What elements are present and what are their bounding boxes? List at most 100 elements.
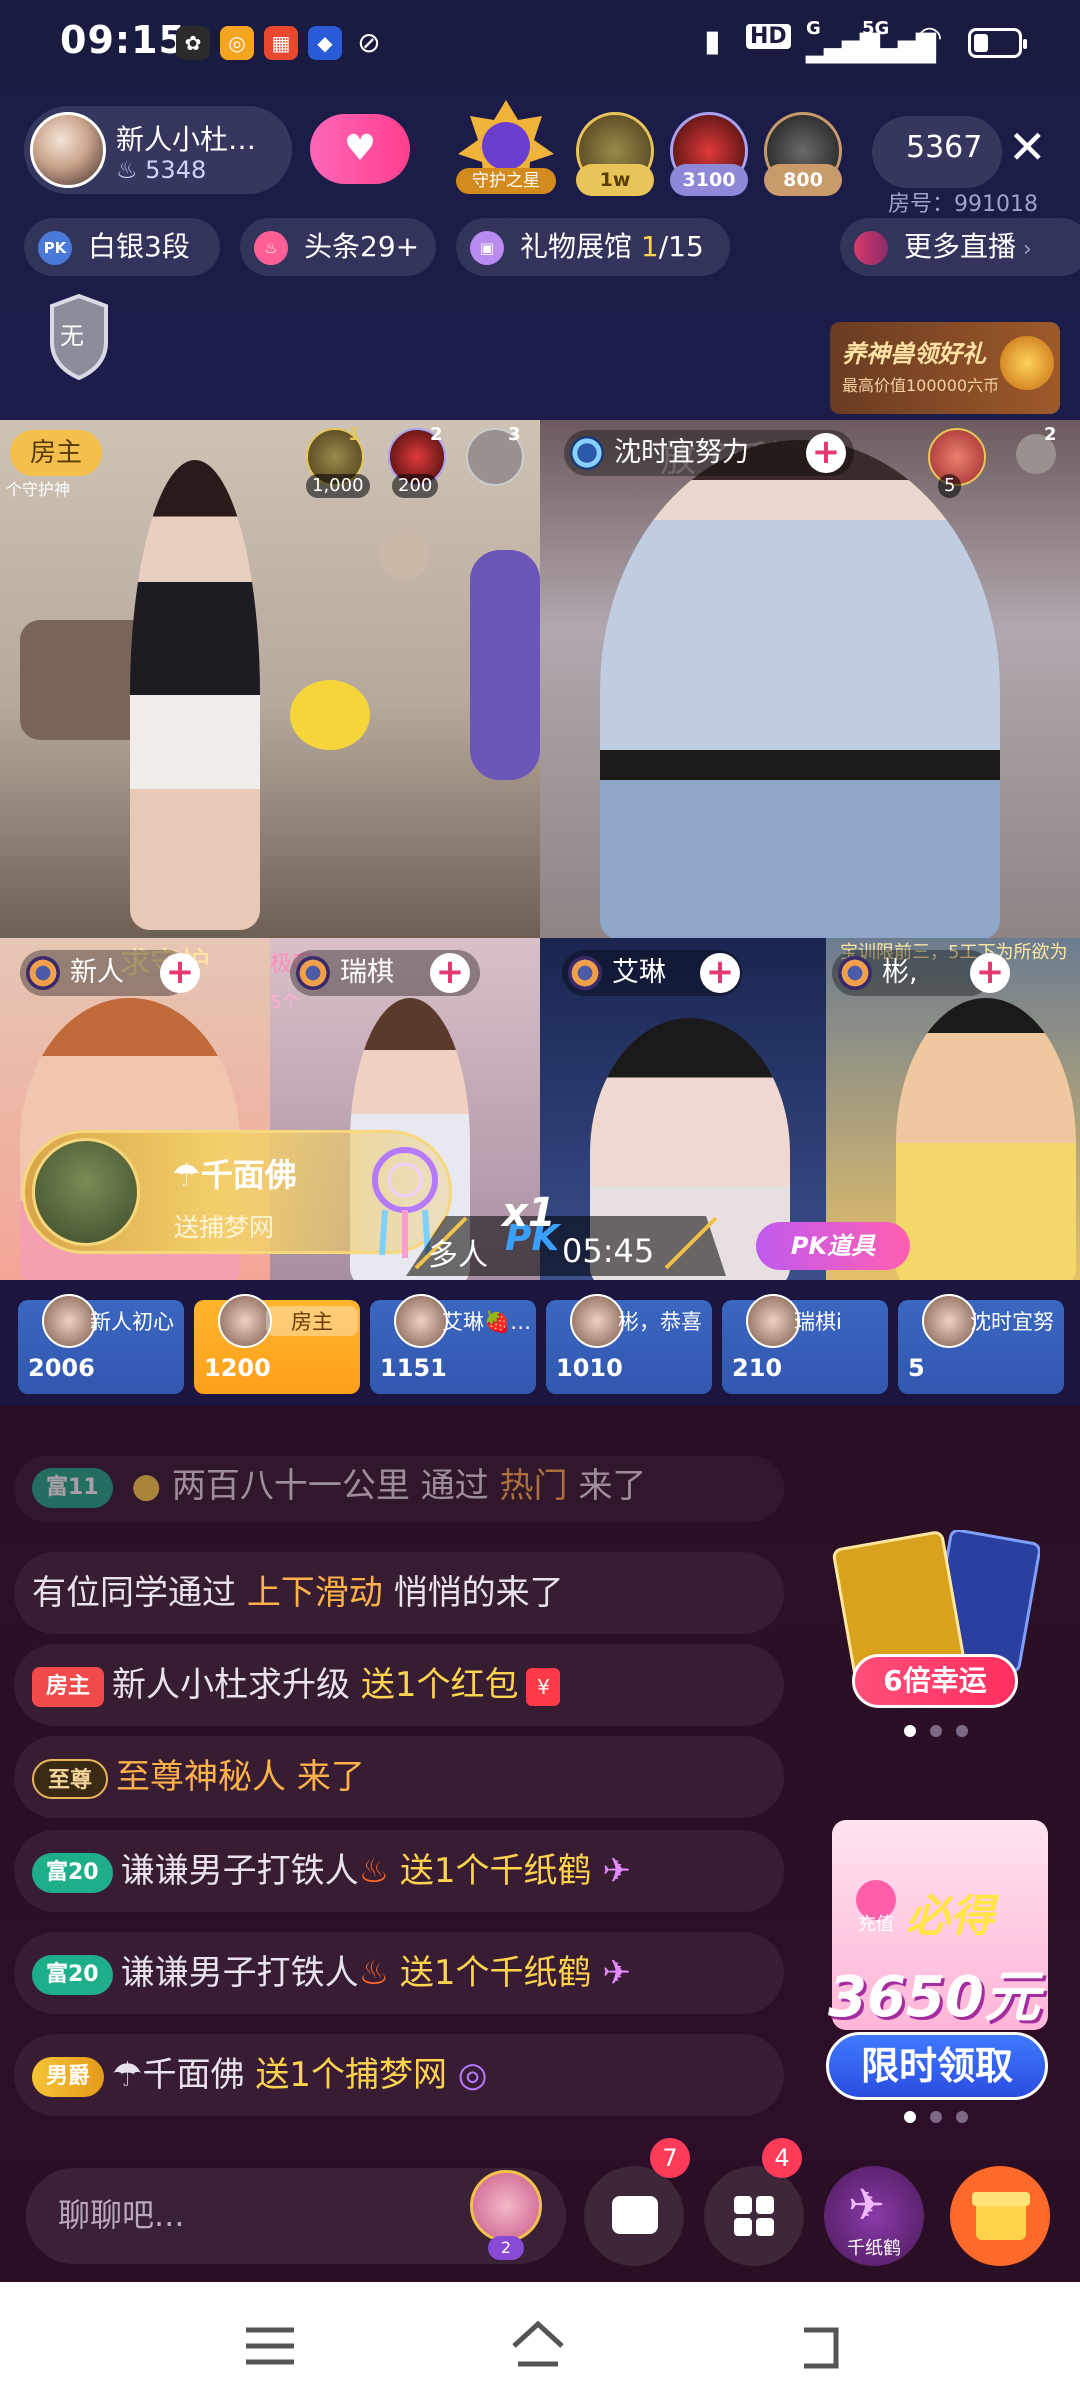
follow-plus-button-2[interactable]: + (806, 433, 846, 473)
gift-button[interactable] (950, 2166, 1050, 2266)
chat-bubble-icon (612, 2196, 658, 2234)
umbrella-icon: ☂ (172, 1156, 201, 1194)
score-card-value: 210 (732, 1354, 783, 1382)
throne-avatar-button[interactable]: 2 (466, 2166, 546, 2262)
host-name: 新人小杜… (116, 123, 257, 156)
lucky-multiplier-button[interactable]: 6倍幸运 (852, 1654, 1018, 1708)
follow-plus-button-3[interactable]: + (160, 953, 200, 993)
host-badge: 房主 (32, 1666, 105, 1707)
score-card-name: 艾琳🍓… (442, 1310, 532, 1334)
score-card-name: 新人初心 (90, 1310, 174, 1334)
host-guard-text: 个守护神 (6, 480, 71, 499)
avatar (746, 1294, 800, 1348)
gift-hall-chip[interactable]: ▣ 礼物展馆 1/15 (456, 218, 730, 276)
throne-badge: 2 (488, 2236, 524, 2260)
limited-time-claim-button[interactable]: 限时领取 (826, 2032, 1048, 2100)
menu-icon[interactable] (240, 2316, 300, 2376)
streamer-level-icon (26, 956, 60, 990)
follow-button[interactable]: ♥ (310, 114, 410, 184)
viewer-count: 5367 (906, 130, 983, 165)
avatar (42, 1294, 96, 1348)
pk-score-card[interactable]: 艾琳🍓… 1151 (370, 1294, 536, 1394)
pk-countdown: 05:45 (562, 1232, 655, 1270)
avatar (394, 1294, 448, 1348)
headline-chip[interactable]: ♨ 头条29+ (240, 218, 436, 276)
follow-plus-button-4[interactable]: + (430, 953, 470, 993)
pk-score-card[interactable]: 瑞棋i 210 (722, 1294, 888, 1394)
chat-message-6[interactable]: 富20 谦谦男子打铁人♨ 送1个千纸鹤 ✈ (14, 1932, 784, 2014)
pk-score-card[interactable]: 房主 1200 (194, 1294, 360, 1394)
tile-6-name: 彬, (882, 957, 918, 988)
top-gifter-score-3: 800 (764, 164, 842, 196)
paper-crane-icon: ✈ (591, 1953, 631, 1993)
back-icon[interactable] (790, 2316, 850, 2376)
more-live-chip[interactable]: 更多直播 › (840, 218, 1080, 276)
recharge-small-label: 充值 (858, 1914, 894, 1935)
paper-crane-icon: ✈ (591, 1851, 631, 1891)
pk-tool-button[interactable]: PK道具 (756, 1222, 910, 1270)
score-card-value: 1151 (380, 1354, 447, 1382)
message-button[interactable] (584, 2166, 684, 2266)
tile-4-name: 瑞棋 (340, 957, 394, 988)
tile-host-gift-count-1: 1,000 (306, 474, 370, 498)
chat-message-3[interactable]: 房主 新人小杜求升级 送1个红包 ¥ (14, 1644, 784, 1726)
chat-message-7[interactable]: 男爵 ☂千面佛 送1个捕梦网 ◎ (14, 2034, 784, 2116)
score-card-value: 1200 (204, 1354, 271, 1382)
host-avatar[interactable] (30, 112, 106, 188)
guest-streamer-2 (600, 440, 1000, 938)
gift-hall-current: 1 (640, 230, 659, 263)
chat-user: 新人小杜求升级 (112, 1665, 361, 1705)
chat-message-2[interactable]: 有位同学通过 上下滑动 悄悄的来了 (14, 1552, 784, 1634)
more-apps-button[interactable] (704, 2166, 804, 2266)
message-badge: 7 (650, 2138, 690, 2178)
tile-host-gift-count-2: 200 (392, 474, 439, 498)
tile-2-sofa-rank: 2 (1044, 424, 1057, 445)
pk-score-card[interactable]: 新人初心 2006 (18, 1294, 184, 1394)
hd-icon: HD (746, 24, 791, 49)
chat-message-4[interactable]: 至尊 至尊神秘人 来了 (14, 1736, 784, 1818)
score-card-name: 房主 (266, 1306, 358, 1336)
flame-icon: ♨ (116, 156, 146, 184)
vibrate-icon: ▮ (704, 24, 721, 59)
streamer-level-icon (838, 956, 872, 990)
score-card-value: 1010 (556, 1354, 623, 1382)
room-number: 房号：991018 (888, 192, 1038, 217)
score-card-value: 5 (908, 1354, 925, 1382)
live-bubble-icon (854, 231, 888, 265)
pk-rank-chip[interactable]: PK 白银3段 (24, 218, 220, 276)
paper-crane-icon: ✈ (848, 2180, 885, 2231)
quick-gift-label: 千纸鹤 (847, 2238, 901, 2259)
chat-message-1[interactable]: 富11 ● 两百八十一公里 通过 热门 来了 (14, 1456, 784, 1522)
wechat-icon: ✿ (176, 26, 210, 60)
fire-icon: ♨ (358, 1851, 400, 1891)
pk-score-card[interactable]: 彬，恭喜 1010 (546, 1294, 712, 1394)
wifi-icon: ◠ (918, 20, 942, 55)
gift-sender-avatar (32, 1138, 140, 1246)
top-gifter-score-2: 3100 (670, 164, 748, 196)
pk-score-card[interactable]: 沈时宜努 5 (898, 1294, 1064, 1394)
limited-time-claim-label: 限时领取 (860, 2044, 1013, 2088)
tile-6-name-pill[interactable]: 彬, (832, 950, 992, 996)
tile-4-overlay-2: 5个 (270, 992, 300, 1013)
recharge-amount: 3650元 (828, 1965, 1040, 2030)
tile-host-gift-rank-3: 3 (508, 424, 521, 445)
avatar (218, 1294, 272, 1348)
pet-promo-title: 养神兽领好礼 (842, 340, 986, 368)
supreme-badge: 至尊 (32, 1758, 109, 1799)
follow-plus-button-5[interactable]: + (700, 953, 740, 993)
recharge-pager (904, 2108, 982, 2127)
avatar (570, 1294, 624, 1348)
gift-sender-name: ☂千面佛 (172, 1150, 297, 1196)
follow-plus-button-6[interactable]: + (970, 953, 1010, 993)
home-icon[interactable] (508, 2316, 568, 2376)
video-tile-2[interactable]: 放了话榜吧 (540, 420, 1080, 938)
sync-icon: ⊘ (357, 26, 381, 59)
video-tile-host[interactable] (0, 420, 540, 938)
quick-gift-crane-button[interactable]: ✈ 千纸鹤 (824, 2166, 924, 2266)
chat-user: 千面佛 (142, 2055, 256, 2095)
host-score: ♨ 5348 (116, 156, 206, 184)
chat-message-5[interactable]: 富20 谦谦男子打铁人♨ 送1个千纸鹤 ✈ (14, 1830, 784, 1912)
chat-input-placeholder: 聊聊吧... (58, 2196, 185, 2234)
wealth-level-badge: 富11 (32, 1467, 113, 1508)
close-icon[interactable]: ✕ (1008, 120, 1047, 174)
